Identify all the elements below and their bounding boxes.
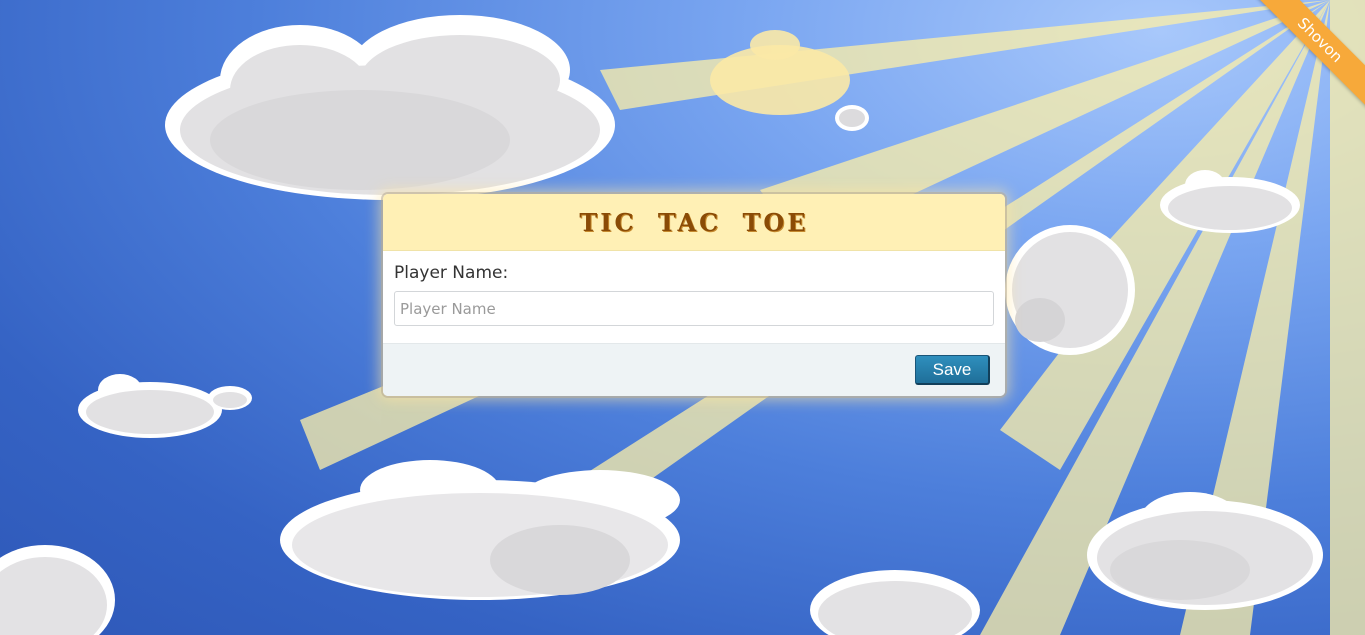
game-title: TIC TAC TOE — [579, 207, 809, 237]
cloud-left-small — [78, 374, 252, 438]
cloud-right-mid — [1005, 225, 1135, 355]
dialog-footer: Save — [383, 343, 1005, 396]
cloud-bottom-right — [1087, 492, 1323, 610]
dialog-header: TIC TAC TOE — [383, 194, 1005, 251]
cloud-bottom-left — [0, 545, 115, 635]
cloud-small-yellow — [710, 30, 869, 131]
github-ribbon: Shovon — [1255, 0, 1365, 110]
player-name-label: Player Name: — [394, 263, 509, 283]
dialog-body: Player Name: — [383, 251, 1005, 343]
author-ribbon-link[interactable]: Shovon — [1255, 0, 1365, 110]
cloud-bottom-center — [280, 460, 680, 600]
save-button[interactable]: Save — [915, 355, 990, 385]
player-name-input[interactable] — [394, 291, 994, 326]
cloud-large-top — [165, 15, 615, 200]
cloud-bottom-mid — [810, 570, 980, 635]
player-name-dialog: TIC TAC TOE Player Name: Save — [383, 194, 1005, 396]
